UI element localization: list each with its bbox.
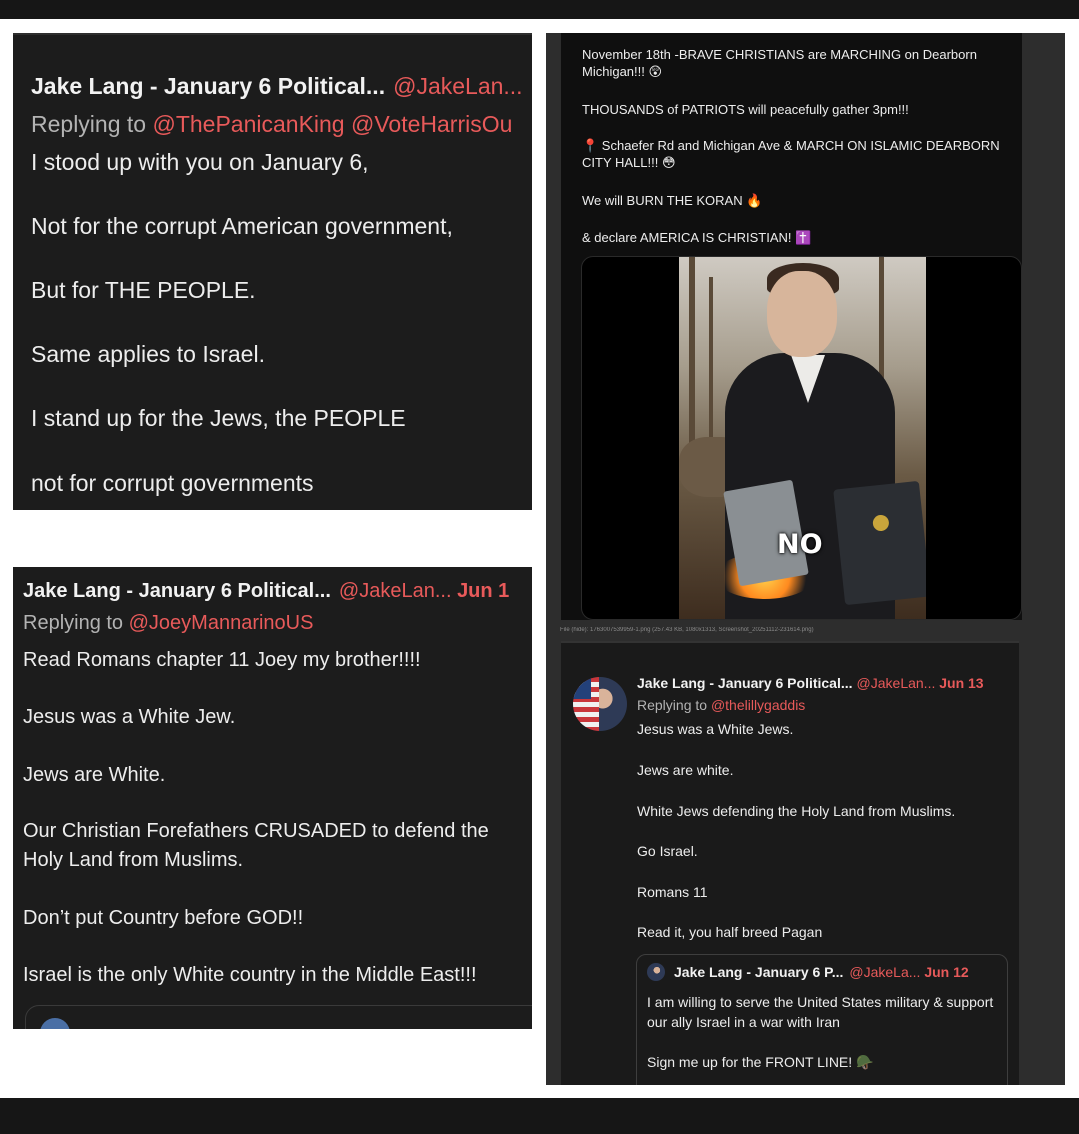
replying-to-line: Replying to @ThePanicanKing @VoteHarrisO…	[31, 111, 512, 138]
post-panel-top-left: Jake Lang - January 6 Political... @JakeL…	[13, 33, 532, 510]
book-emblem-icon	[872, 514, 890, 532]
replying-to-line: Replying to @JoeyMannarinoUS	[23, 612, 313, 635]
post-text-line: Jews are White.	[23, 764, 166, 786]
author-handle: @JakeLa...	[849, 964, 921, 980]
post-header: Jake Lang - January 6 Political... @JakeL…	[31, 73, 523, 100]
post-text-line: Jesus was a White Jew.	[23, 706, 236, 728]
post-text-line: Our Christian Forefathers CRUSADED to de…	[23, 820, 489, 871]
quoted-text-line: I am willing to serve the United States …	[647, 994, 994, 1030]
file-caption: File (hide): 1763007539959-1.png (257.43…	[560, 627, 814, 633]
author-handle[interactable]: @JakeLan...	[339, 580, 452, 602]
post-text-line: Not for the corrupt American government,	[31, 213, 453, 239]
quoted-post-preview[interactable]	[25, 1005, 532, 1029]
post-text-line: I stood up with you on January 6,	[31, 149, 369, 175]
post-text-line: & declare AMERICA IS CHRISTIAN! ✝️	[582, 230, 812, 245]
post-text-line: Read Romans chapter 11 Joey my brother!!…	[23, 649, 421, 671]
post-text-line: Same applies to Israel.	[31, 341, 265, 367]
avatar[interactable]	[573, 677, 627, 731]
author-name: Jake Lang - January 6 P...	[674, 964, 844, 980]
post-date[interactable]: Jun 1	[457, 580, 509, 602]
quoted-post[interactable]: Jake Lang - January 6 P... @JakeLa... Jun…	[636, 954, 1008, 1085]
video-caption-word: NO	[777, 529, 823, 560]
replying-label: Replying to	[637, 697, 708, 713]
quoted-post-header: Jake Lang - January 6 P... @JakeLa... Jun…	[674, 964, 969, 980]
post-text-line: White Jews defending the Holy Land from …	[637, 803, 956, 819]
avatar	[647, 963, 665, 981]
post-text-line: Don’t put Country before GOD!!	[23, 907, 304, 929]
post-header: Jake Lang - January 6 Political... @JakeL…	[23, 580, 509, 603]
author-name[interactable]: Jake Lang - January 6 Political...	[31, 73, 385, 99]
post-text-line: November 18th -BRAVE CHRISTIANS are MARC…	[582, 47, 977, 79]
top-frame-bar	[0, 0, 1079, 19]
post-text-line: Jews are white.	[637, 762, 734, 778]
bottom-frame-bar	[0, 1098, 1079, 1134]
post-panel-top-right: November 18th -BRAVE CHRISTIANS are MARC…	[561, 33, 1022, 620]
post-text-line: Israel is the only White country in the …	[23, 964, 477, 986]
post-text-line: Jesus was a White Jews.	[637, 721, 794, 737]
post-text-line: 📍 Schaefer Rd and Michigan Ave & MARCH O…	[582, 138, 1000, 170]
author-name[interactable]: Jake Lang - January 6 Political...	[23, 580, 331, 602]
collage-page: Jake Lang - January 6 Political... @JakeL…	[0, 0, 1079, 1134]
post-text-line: We will BURN THE KORAN 🔥	[582, 193, 763, 208]
post-text-line: Read it, you half breed Pagan	[637, 924, 823, 940]
replying-label: Replying to	[31, 111, 147, 137]
post-text-line: Go Israel.	[637, 843, 698, 859]
video-player[interactable]: NO	[581, 256, 1022, 620]
replying-label: Replying to	[23, 612, 124, 634]
post-header: Jake Lang - January 6 Political... @JakeL…	[637, 675, 984, 691]
post-date[interactable]: Jun 13	[939, 675, 983, 691]
replying-to-handles[interactable]: @thelillygaddis	[711, 697, 805, 713]
post-date: Jun 12	[924, 964, 969, 980]
author-handle[interactable]: @JakeLan...	[393, 73, 522, 99]
post-panel-bottom-left: Jake Lang - January 6 Political... @JakeL…	[13, 567, 532, 1029]
replying-to-handles[interactable]: @ThePanicanKing @VoteHarrisOu	[152, 111, 512, 137]
book	[833, 480, 926, 606]
person-face	[767, 271, 837, 357]
post-text-line: Romans 11	[637, 884, 708, 900]
post-panel-bottom-right: Jake Lang - January 6 Political... @JakeL…	[561, 641, 1019, 1085]
avatar	[40, 1018, 70, 1029]
author-name[interactable]: Jake Lang - January 6 Political...	[637, 675, 853, 691]
post-text-line: not for corrupt governments	[31, 470, 314, 496]
post-text-line: But for THE PEOPLE.	[31, 277, 256, 303]
post-text-line: I stand up for the Jews, the PEOPLE	[31, 405, 406, 431]
replying-to-handles[interactable]: @JoeyMannarinoUS	[129, 612, 314, 634]
post-text-line: THOUSANDS of PATRIOTS will peacefully ga…	[582, 102, 909, 117]
replying-to-line: Replying to @thelillygaddis	[637, 697, 805, 713]
video-frame-image: NO	[679, 257, 926, 619]
author-handle[interactable]: @JakeLan...	[857, 675, 936, 691]
quoted-text-line: Sign me up for the FRONT LINE! 🪖	[647, 1054, 874, 1070]
